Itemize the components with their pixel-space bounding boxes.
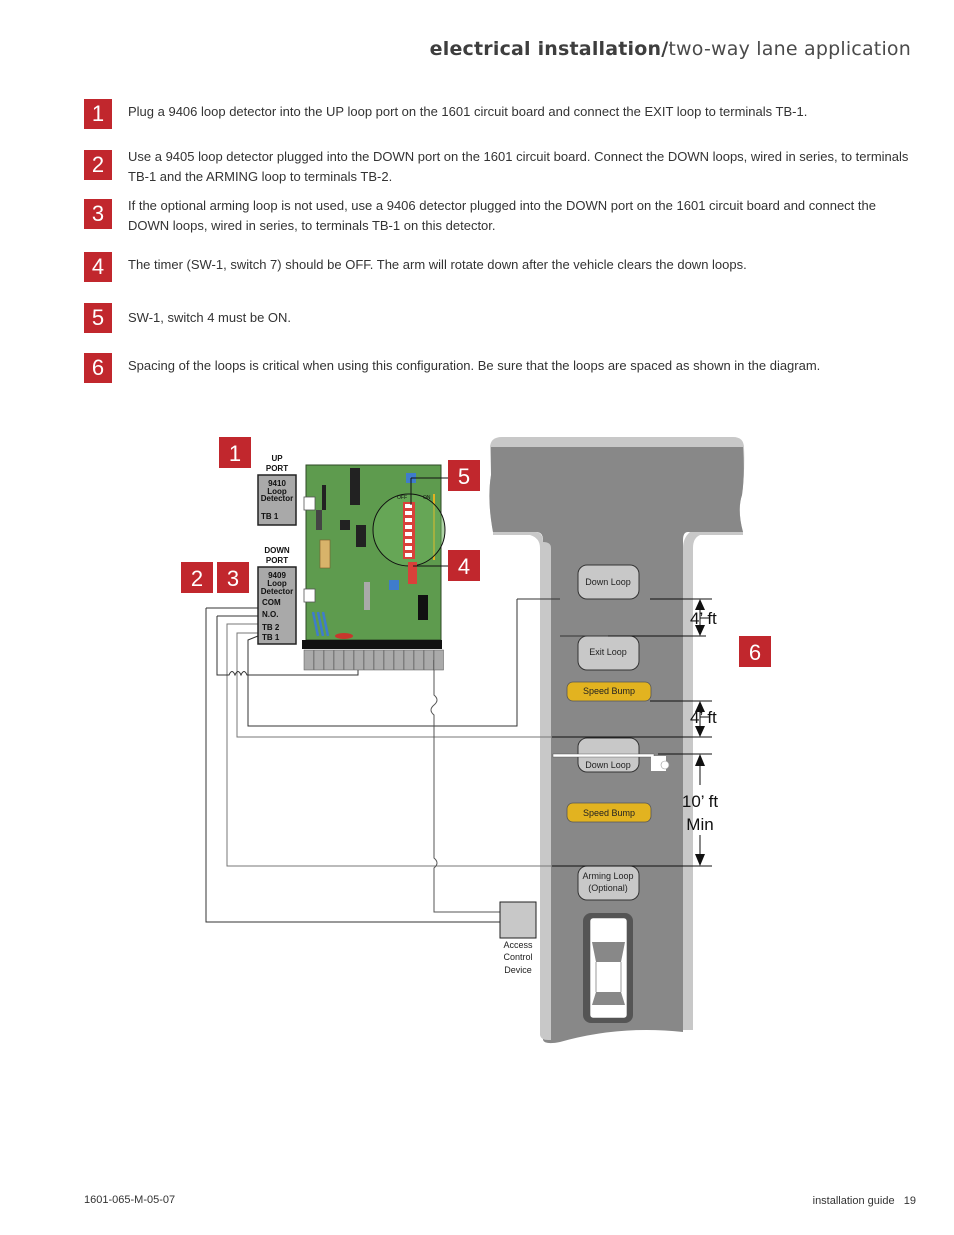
- callout-3: 3: [217, 562, 249, 593]
- no-terminal-label: N.O.: [262, 610, 278, 619]
- speed-bump-label: Speed Bump: [583, 808, 635, 818]
- dip-off-label: OFF: [397, 495, 407, 501]
- up-port-label: UP: [271, 454, 283, 463]
- up-port-detector-9410: UP PORT 9410 Loop Detector TB 1: [257, 454, 297, 526]
- callout-2: 2: [181, 562, 213, 593]
- callout-1: 1: [219, 437, 251, 468]
- page-number: 19: [903, 1195, 916, 1207]
- speed-bump-2: Speed Bump: [566, 802, 652, 823]
- terminal-label: TB 1: [261, 512, 279, 521]
- speed-bump-1: Speed Bump: [566, 681, 652, 702]
- exit-loop-label: Exit Loop: [589, 647, 627, 657]
- com-terminal-label: COM: [262, 598, 281, 607]
- callout-number: 2: [191, 566, 203, 591]
- detector-label: Detector: [261, 494, 293, 503]
- callout-number: 1: [229, 441, 241, 466]
- access-device-label: Control: [503, 952, 532, 962]
- access-device-label: Access: [503, 940, 533, 950]
- down-port-label: DOWN: [264, 546, 290, 555]
- down-port-connector: [303, 588, 316, 603]
- exit-loop: Exit Loop: [577, 635, 640, 671]
- tb1-terminal-label: TB 1: [262, 633, 280, 642]
- arming-loop-optional-label: (Optional): [588, 883, 628, 893]
- arming-loop: Arming Loop (Optional): [577, 865, 640, 901]
- spacing-label-4ft: 4’ ft: [690, 708, 717, 727]
- callout-number: 4: [458, 554, 470, 579]
- circuit-board-1601: OFF ON: [302, 464, 446, 671]
- speed-bump-label: Speed Bump: [583, 686, 635, 696]
- down-port-detector-9409: DOWN PORT 9409 Loop Detector COM N.O. TB…: [257, 546, 297, 645]
- down-loop-1: Down Loop: [577, 564, 640, 600]
- down-loop-label: Down Loop: [585, 577, 631, 587]
- access-control-device: Access Control Device: [499, 901, 537, 975]
- access-device-label: Device: [504, 965, 532, 975]
- callout-number: 6: [749, 640, 761, 665]
- callout-number: 5: [458, 464, 470, 489]
- callout-5: 5: [448, 460, 480, 491]
- callout-number: 3: [227, 566, 239, 591]
- guide-label: installation guide: [812, 1195, 895, 1207]
- car-icon: [583, 913, 633, 1023]
- spacing-label-min: Min: [686, 815, 713, 834]
- arming-loop-label: Arming Loop: [582, 871, 633, 881]
- spacing-label-4ft: 4’ ft: [690, 609, 717, 628]
- up-port-connector: [303, 496, 316, 511]
- callout-6: 6: [739, 636, 771, 667]
- page-footer: installation guide 19: [813, 1195, 916, 1207]
- dip-on-label: ON: [423, 495, 431, 501]
- down-port-label: PORT: [266, 556, 288, 565]
- wiring-diagram: Down Loop Exit Loop Speed Bump Down Loop…: [181, 437, 771, 1044]
- document-number: 1601-065-M-05-07: [84, 1194, 176, 1206]
- spacing-label-10ft: 10’ ft: [682, 792, 719, 811]
- callout-4: 4: [448, 550, 480, 581]
- detector-label: Detector: [261, 587, 293, 596]
- down-loop-label: Down Loop: [585, 760, 631, 770]
- tb2-terminal-label: TB 2: [262, 623, 280, 632]
- up-port-label: PORT: [266, 464, 288, 473]
